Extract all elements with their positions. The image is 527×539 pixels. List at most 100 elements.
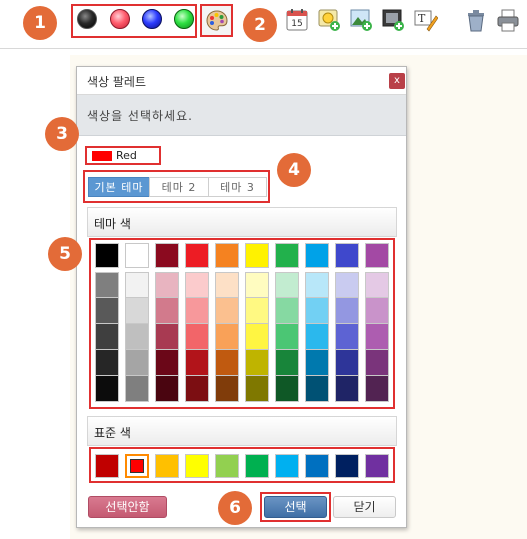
standard-color-swatch[interactable] [130,459,144,473]
theme-shade-swatch[interactable] [185,350,209,376]
theme-shade-swatch[interactable] [125,298,149,324]
theme-color-swatch[interactable] [155,243,179,268]
theme-shade-swatch[interactable] [305,324,329,350]
theme-color-swatch[interactable] [125,243,149,268]
no-selection-button[interactable]: 선택안함 [88,496,167,518]
theme-shade-swatch[interactable] [365,324,389,350]
trash-icon[interactable] [464,8,488,32]
step-badge-5: 5 [48,237,82,271]
theme-shade-swatch[interactable] [125,350,149,376]
theme-shade-swatch[interactable] [245,272,269,298]
theme-shade-swatch[interactable] [95,350,119,376]
standard-color-swatch[interactable] [245,454,269,478]
theme-shade-swatch[interactable] [275,298,299,324]
theme-shade-swatch[interactable] [155,324,179,350]
theme-shade-swatch[interactable] [305,350,329,376]
theme-shade-swatch[interactable] [335,272,359,298]
theme-shade-swatch[interactable] [215,376,239,402]
theme-shade-swatch[interactable] [245,324,269,350]
add-emoticon-icon[interactable] [318,8,342,32]
theme-shade-swatch[interactable] [335,324,359,350]
green-color-button[interactable] [174,9,194,29]
theme-shade-swatch[interactable] [335,376,359,402]
theme-color-swatch[interactable] [95,243,119,268]
calendar-icon[interactable]: 15 [285,8,309,32]
theme-shade-swatch[interactable] [275,324,299,350]
theme-shade-swatch[interactable] [95,376,119,402]
theme-color-swatch[interactable] [185,243,209,268]
theme-shade-swatch[interactable] [185,272,209,298]
theme-color-swatch[interactable] [275,243,299,268]
standard-color-swatch[interactable] [275,454,299,478]
theme-shade-swatch[interactable] [335,298,359,324]
theme-shade-swatch[interactable] [95,272,119,298]
theme-shade-swatch[interactable] [275,376,299,402]
standard-color-swatch[interactable] [155,454,179,478]
theme-shade-swatch[interactable] [245,298,269,324]
selected-color-indicator: Red [85,146,161,165]
theme-shade-swatch[interactable] [155,350,179,376]
add-video-icon[interactable] [382,8,406,32]
theme-shade-swatch[interactable] [365,272,389,298]
theme-color-grid [89,238,395,409]
theme-shade-swatch[interactable] [365,376,389,402]
theme-shade-swatch[interactable] [305,272,329,298]
palette-button[interactable] [200,4,233,37]
theme-color-swatch[interactable] [245,243,269,268]
step-badge-2: 2 [243,8,277,42]
black-color-button[interactable] [77,9,97,29]
theme-shade-swatch[interactable] [245,376,269,402]
standard-color-swatch[interactable] [215,454,239,478]
red-color-button[interactable] [110,9,130,29]
theme-shade-swatch[interactable] [215,272,239,298]
select-button[interactable]: 선택 [264,496,327,518]
theme-shade-swatch[interactable] [185,376,209,402]
theme-color-swatch[interactable] [335,243,359,268]
theme-color-swatch[interactable] [305,243,329,268]
step-badge-3: 3 [45,117,79,151]
theme-color-swatch[interactable] [365,243,389,268]
theme-shade-swatch[interactable] [335,350,359,376]
blue-color-button[interactable] [142,9,162,29]
close-dialog-button[interactable]: x [389,73,405,89]
theme-shade-swatch[interactable] [125,376,149,402]
theme-shade-swatch[interactable] [185,324,209,350]
selected-color-swatch [92,151,112,161]
close-button[interactable]: 닫기 [333,496,396,518]
standard-color-swatch[interactable] [365,454,389,478]
theme-shade-swatch[interactable] [365,350,389,376]
add-image-icon[interactable] [350,8,374,32]
instruction-text: 색상을 선택하세요. [87,109,193,123]
standard-color-swatch[interactable] [335,454,359,478]
theme-shade-swatch[interactable] [215,298,239,324]
theme-color-swatch[interactable] [215,243,239,268]
theme-shade-swatch[interactable] [275,350,299,376]
tab-theme-3[interactable]: 테마 3 [208,177,267,197]
theme-shade-swatch[interactable] [365,298,389,324]
theme-shade-swatch[interactable] [305,376,329,402]
theme-shade-swatch[interactable] [305,298,329,324]
selected-color-label: Red [116,149,137,162]
text-edit-icon[interactable]: T [414,8,438,32]
theme-shade-swatch[interactable] [215,350,239,376]
theme-shade-swatch[interactable] [95,298,119,324]
tab-theme-2[interactable]: 테마 2 [149,177,209,197]
theme-shade-swatch[interactable] [245,350,269,376]
theme-shade-swatch[interactable] [155,272,179,298]
standard-colors-title: 표준 색 [94,426,131,440]
standard-color-swatch[interactable] [305,454,329,478]
tab-basic-theme[interactable]: 기본 테마 [88,177,150,197]
standard-color-swatch[interactable] [95,454,119,478]
theme-shade-swatch[interactable] [275,272,299,298]
theme-shade-swatch[interactable] [155,376,179,402]
standard-color-swatch[interactable] [185,454,209,478]
print-icon[interactable] [496,8,520,32]
palette-icon [206,10,228,31]
theme-shade-swatch[interactable] [125,324,149,350]
theme-shade-swatch[interactable] [185,298,209,324]
theme-shade-swatch[interactable] [155,298,179,324]
step-badge-6: 6 [218,491,252,525]
theme-shade-swatch[interactable] [215,324,239,350]
theme-shade-swatch[interactable] [95,324,119,350]
theme-shade-swatch[interactable] [125,272,149,298]
